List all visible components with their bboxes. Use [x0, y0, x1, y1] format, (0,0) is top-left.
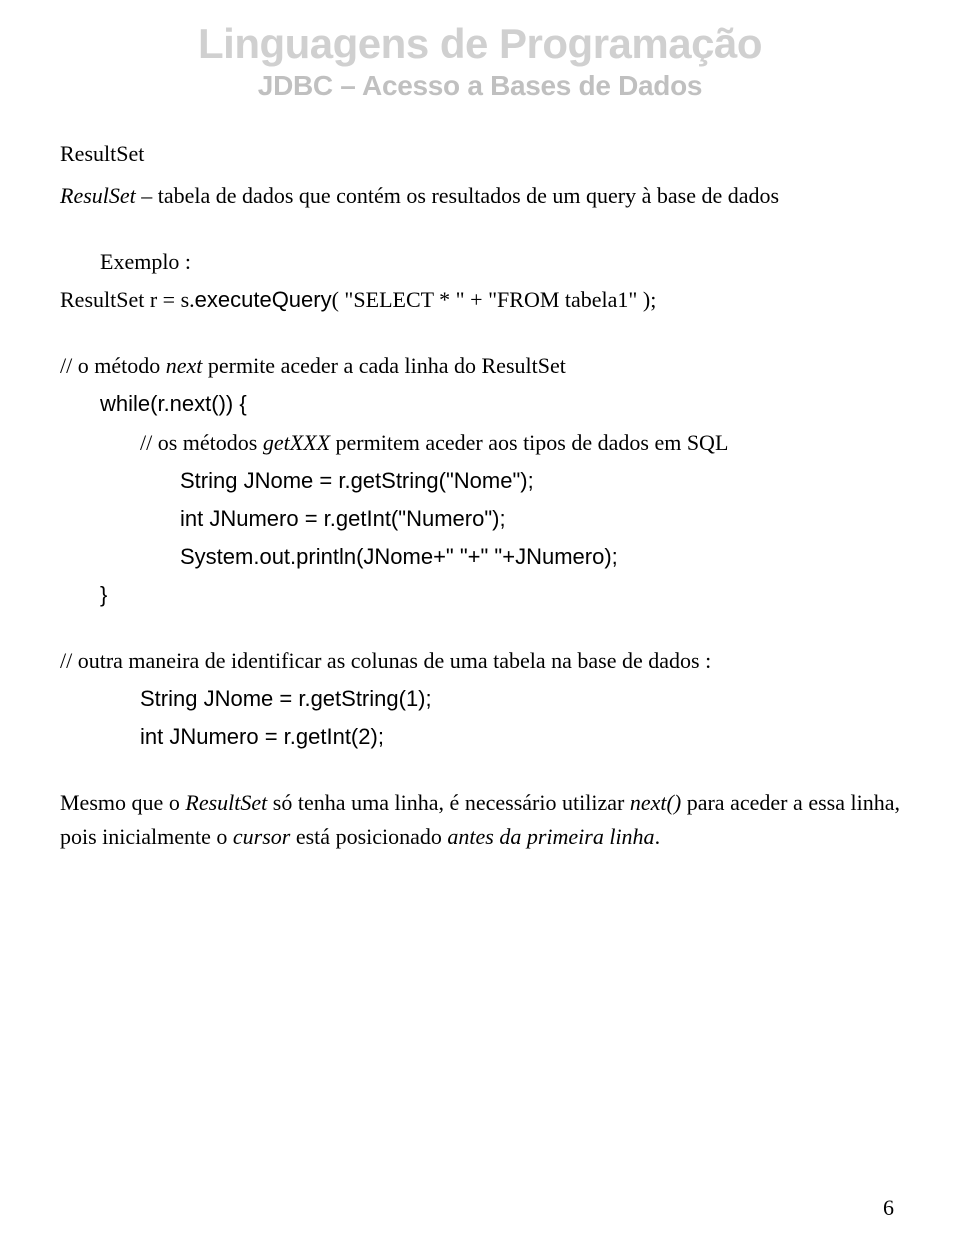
header-subtitle: JDBC – Acesso a Bases de Dados	[60, 70, 900, 102]
comment-getxxx-method: getXXX	[263, 430, 330, 455]
fp-antes: antes da primeira linha	[447, 824, 654, 849]
code-println: System.out.println(JNome+" "+" "+JNumero…	[60, 540, 900, 574]
comment-next-post: permite aceder a cada linha do ResultSet	[202, 353, 565, 378]
fp-1i: .	[655, 824, 661, 849]
resultset-description: ResulSet – tabela de dados que contém os…	[60, 179, 900, 213]
fp-next: next()	[630, 790, 681, 815]
exec-method: executeQuery	[195, 287, 332, 312]
fp-cursor: cursor	[233, 824, 290, 849]
code-getstring-1: String JNome = r.getString(1);	[60, 682, 900, 716]
code-getint-2: int JNumero = r.getInt(2);	[60, 720, 900, 754]
exec-prefix: ResultSet r = s.	[60, 287, 195, 312]
fp-1g: está posicionado	[290, 824, 447, 849]
code-getint-numero: int JNumero = r.getInt("Numero");	[60, 502, 900, 536]
section-heading: ResultSet	[60, 137, 900, 171]
header-title: Linguagens de Programação	[60, 20, 900, 68]
comment-next: // o método next permite aceder a cada l…	[60, 349, 900, 383]
page-header: Linguagens de Programação JDBC – Acesso …	[60, 20, 900, 102]
content-body: ResultSet ResulSet – tabela de dados que…	[60, 137, 900, 855]
exec-args: ( "SELECT * " + "FROM tabela1" );	[332, 287, 657, 312]
example-label: Exemplo :	[60, 245, 900, 279]
resultset-term: ResulSet	[60, 183, 136, 208]
comment-outra-maneira: // outra maneira de identificar as colun…	[60, 644, 900, 678]
code-while: while(r.next()) {	[60, 387, 900, 421]
fp-1a: Mesmo que o	[60, 790, 185, 815]
page: Linguagens de Programação JDBC – Acesso …	[0, 0, 960, 1249]
comment-next-method: next	[166, 353, 203, 378]
fp-1c: só tenha uma linha, é necessário utiliza…	[267, 790, 630, 815]
code-close-brace: }	[60, 578, 900, 612]
comment-next-pre: // o método	[60, 353, 166, 378]
comment-getxxx: // os métodos getXXX permitem aceder aos…	[60, 426, 900, 460]
page-number: 6	[883, 1195, 894, 1221]
comment-getxxx-pre: // os métodos	[140, 430, 263, 455]
code-getstring-nome: String JNome = r.getString("Nome");	[60, 464, 900, 498]
final-paragraph: Mesmo que o ResultSet só tenha uma linha…	[60, 786, 900, 854]
fp-resultset: ResultSet	[185, 790, 267, 815]
code-execute-query: ResultSet r = s.executeQuery( "SELECT * …	[60, 283, 900, 317]
resultset-desc-text: – tabela de dados que contém os resultad…	[136, 183, 779, 208]
comment-getxxx-post: permitem aceder aos tipos de dados em SQ…	[330, 430, 728, 455]
